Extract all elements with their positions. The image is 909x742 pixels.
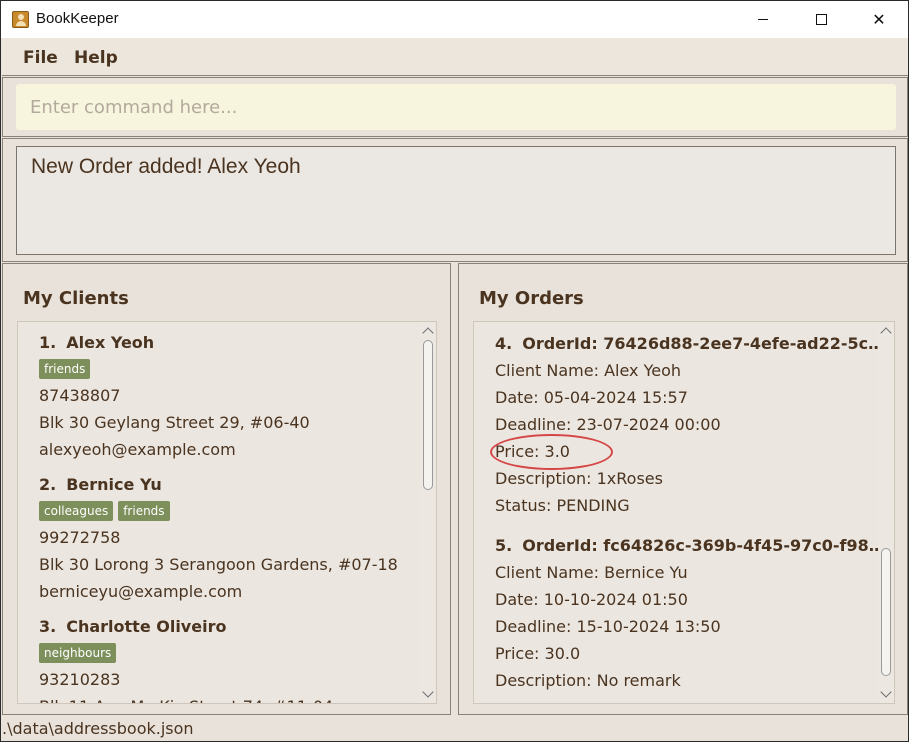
client-tags: colleagues friends	[39, 498, 436, 524]
scroll-down-icon[interactable]	[422, 686, 434, 698]
order-description: Description: No remark	[495, 671, 681, 690]
close-icon: ✕	[872, 10, 886, 29]
client-name: 1. Alex Yeoh	[39, 333, 155, 352]
maximize-icon	[815, 14, 827, 25]
scroll-thumb[interactable]	[881, 548, 891, 676]
client-name: 2. Bernice Yu	[39, 475, 162, 494]
order-price: Price: 30.0	[495, 644, 581, 663]
orders-panel: My Orders 4. OrderId: 76426d88-2ee7-4efe-…	[458, 263, 908, 715]
client-phone: 99272758	[39, 528, 121, 547]
client-address: Blk 11 Ang Mo Kio Street 74, #11-04	[39, 693, 436, 703]
order-date: Date: 10-10-2024 01:50	[495, 590, 688, 609]
client-list-scrollbar[interactable]	[420, 322, 436, 703]
client-tags: friends	[39, 356, 436, 382]
client-email: alexyeoh@example.com	[39, 440, 236, 459]
order-id: 5. OrderId: fc64826c-369b-4f45-97c0-f98e.…	[495, 536, 894, 555]
title-bar: BookKeeper ✕	[1, 1, 908, 38]
app-window: BookKeeper ✕ File Help New Order added! …	[0, 0, 909, 742]
command-box	[2, 77, 908, 137]
maximize-button[interactable]	[792, 1, 850, 38]
command-input[interactable]	[16, 84, 896, 130]
minimize-button[interactable]	[734, 1, 792, 38]
scroll-up-icon[interactable]	[422, 327, 434, 339]
tag: friends	[118, 501, 170, 521]
order-card[interactable]: 5. OrderId: fc64826c-369b-4f45-97c0-f98e.…	[474, 532, 894, 694]
result-display: New Order added! Alex Yeoh	[16, 146, 896, 255]
address-book-icon	[12, 11, 29, 28]
client-address: Blk 30 Geylang Street 29, #06-40	[39, 413, 310, 432]
client-phone: 87438807	[39, 386, 121, 405]
client-address: Blk 30 Lorong 3 Serangoon Gardens, #07-1…	[39, 555, 398, 574]
tag: neighbours	[39, 643, 117, 663]
tag: colleagues	[39, 501, 114, 521]
clients-panel: My Clients 1. Alex Yeoh friends 87438807 …	[2, 263, 451, 715]
status-bar: .\data\addressbook.json	[2, 716, 908, 741]
order-deadline: Deadline: 15-10-2024 13:50	[495, 617, 721, 636]
orders-title: My Orders	[479, 288, 584, 309]
scroll-up-icon[interactable]	[880, 327, 892, 339]
scroll-down-icon[interactable]	[880, 686, 892, 698]
order-card[interactable]: 4. OrderId: 76426d88-2ee7-4efe-ad22-5c5..…	[474, 330, 894, 519]
order-client-name: Client Name: Alex Yeoh	[495, 361, 682, 380]
order-status: Status: PENDING	[495, 496, 630, 515]
client-name: 3. Charlotte Oliveiro	[39, 617, 227, 636]
tag: friends	[39, 359, 91, 379]
minimize-icon	[758, 19, 768, 20]
menu-bar: File Help	[2, 38, 908, 76]
client-phone: 93210283	[39, 670, 121, 689]
menu-file[interactable]: File	[23, 48, 58, 68]
save-location: .\data\addressbook.json	[2, 719, 194, 738]
client-card[interactable]: 3. Charlotte Oliveiro neighbours 93210283…	[18, 613, 436, 703]
order-list-scrollbar[interactable]	[878, 322, 894, 703]
order-date: Date: 05-04-2024 15:57	[495, 388, 688, 407]
client-list[interactable]: 1. Alex Yeoh friends 87438807 Blk 30 Geyl…	[17, 321, 437, 704]
result-display-region: New Order added! Alex Yeoh	[2, 138, 908, 262]
client-tags: neighbours	[39, 640, 436, 666]
order-list[interactable]: 4. OrderId: 76426d88-2ee7-4efe-ad22-5c5..…	[473, 321, 895, 704]
client-card[interactable]: 2. Bernice Yu colleagues friends 99272758…	[18, 471, 436, 605]
close-button[interactable]: ✕	[850, 1, 908, 38]
client-card[interactable]: 1. Alex Yeoh friends 87438807 Blk 30 Geyl…	[18, 329, 436, 463]
price-highlight-annotation	[490, 434, 613, 470]
clients-title: My Clients	[23, 288, 129, 309]
window-title: BookKeeper	[36, 10, 119, 27]
menu-help[interactable]: Help	[74, 48, 118, 68]
scroll-thumb[interactable]	[423, 340, 433, 490]
order-client-name: Client Name: Bernice Yu	[495, 563, 688, 582]
order-id: 4. OrderId: 76426d88-2ee7-4efe-ad22-5c5..…	[495, 334, 894, 353]
client-email: berniceyu@example.com	[39, 582, 243, 601]
